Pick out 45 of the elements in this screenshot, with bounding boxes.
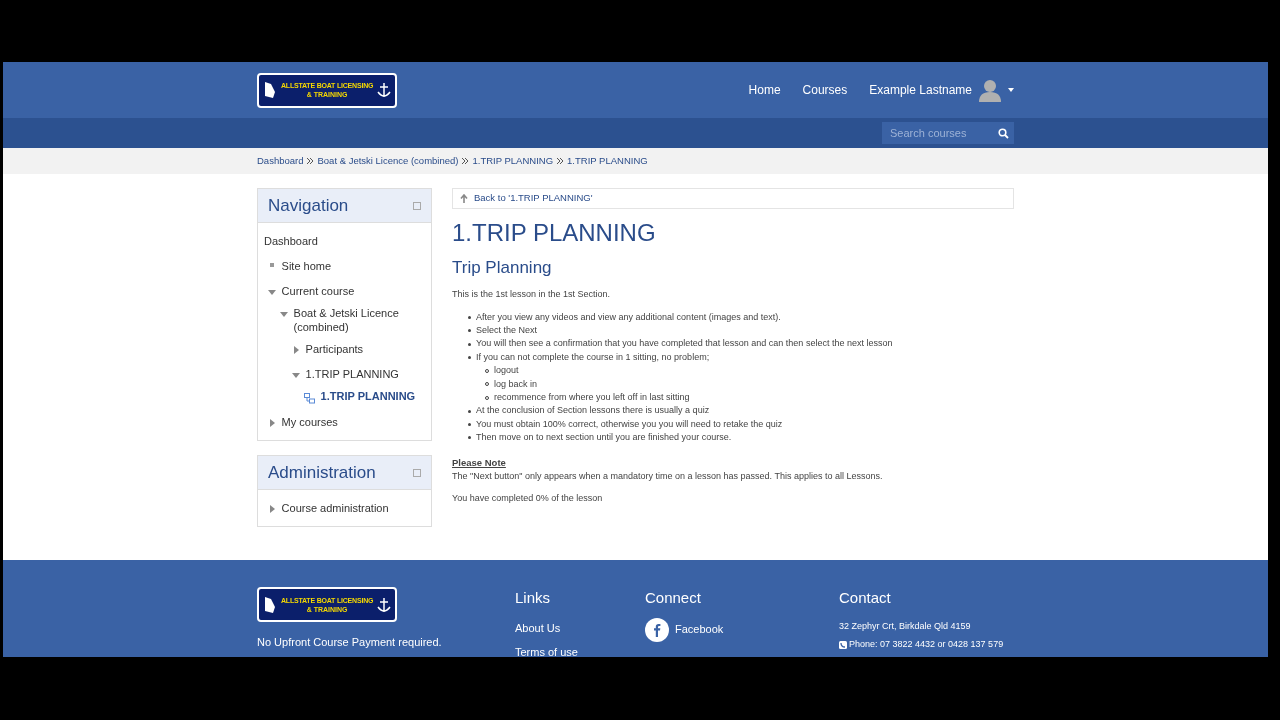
- page-title: 1.TRIP PLANNING: [452, 219, 657, 247]
- footer-heading: Links: [515, 588, 552, 608]
- nav-link[interactable]: Boat & Jetski Licence (combined): [293, 306, 425, 334]
- user-name[interactable]: Example Lastname: [869, 81, 972, 99]
- breadcrumb-link[interactable]: 1.TRIP PLANNING: [472, 153, 554, 169]
- breadcrumb-link[interactable]: Boat & Jetski Licence (combined): [317, 153, 459, 169]
- breadcrumb-link[interactable]: 1.TRIP PLANNING: [567, 153, 648, 169]
- list-item-text: Select the Next: [476, 323, 538, 337]
- nav-link[interactable]: Dashboard: [264, 234, 318, 248]
- list-item-text: After you view any videos and view any additional content (images and text).: [476, 310, 781, 324]
- nav-link[interactable]: Site home: [281, 259, 332, 273]
- list-item-text: logout: [494, 364, 519, 378]
- nav-link[interactable]: Courses: [802, 81, 848, 99]
- nav-link[interactable]: Home: [748, 81, 781, 99]
- progress-text: You have completed 0% of the lesson: [452, 492, 604, 506]
- list-item-text: You must obtain 100% correct, otherwise you you will need to retake the quiz: [476, 417, 783, 431]
- note-heading: Please Note: [452, 455, 507, 470]
- nav-link[interactable]: 1.TRIP PLANNING: [320, 389, 416, 403]
- nav-link[interactable]: 1.TRIP PLANNING: [305, 367, 399, 381]
- phone-text: Phone: 07 3822 4432 or 0428 137 579: [849, 638, 1004, 651]
- block-title: Navigation: [268, 194, 349, 217]
- list-item-text: recommence from where you left off in last sitting: [494, 390, 690, 404]
- footer-heading: Connect: [645, 588, 702, 608]
- intro-text: This is the 1st lesson in the 1st Section.: [452, 288, 612, 301]
- address-text: 32 Zephyr Crt, Birkdale Qld 4159: [839, 619, 972, 633]
- nav-link[interactable]: Current course: [281, 284, 355, 298]
- list-item-text: At the conclusion of Section lessons there is usually a quiz: [476, 404, 710, 418]
- list-item-text: log back in: [494, 377, 538, 391]
- breadcrumb-link[interactable]: Dashboard: [257, 153, 304, 169]
- nav-link[interactable]: Course administration: [281, 501, 389, 515]
- list-item-text: Then move on to next section until you are finished your course.: [476, 431, 732, 445]
- block-title: Administration: [268, 461, 376, 484]
- list-item-text: You will then see a confirmation that you have completed that lesson and can then select the next lesson: [476, 337, 893, 351]
- search-field[interactable]: Search courses: [882, 122, 992, 144]
- nav-link[interactable]: Participants: [305, 342, 364, 356]
- nav-link[interactable]: My courses: [281, 415, 338, 429]
- footer-link[interactable]: Facebook: [675, 621, 724, 638]
- footer-link[interactable]: Terms of use: [515, 644, 645, 657]
- back-link[interactable]: Back to '1.TRIP PLANNING': [474, 191, 593, 206]
- section-title: Trip Planning: [452, 257, 553, 279]
- footer-heading: Contact: [839, 588, 892, 608]
- footer-link[interactable]: About Us: [515, 619, 645, 636]
- tagline: No Upfront Course Payment required.: [257, 635, 443, 650]
- list-item-text: If you can not complete the course in 1 sitting, no problem;: [476, 350, 710, 364]
- note-text: The "Next button" only appears when a mandatory time on a lesson has passed. This applies to all Lessons.: [452, 469, 884, 483]
